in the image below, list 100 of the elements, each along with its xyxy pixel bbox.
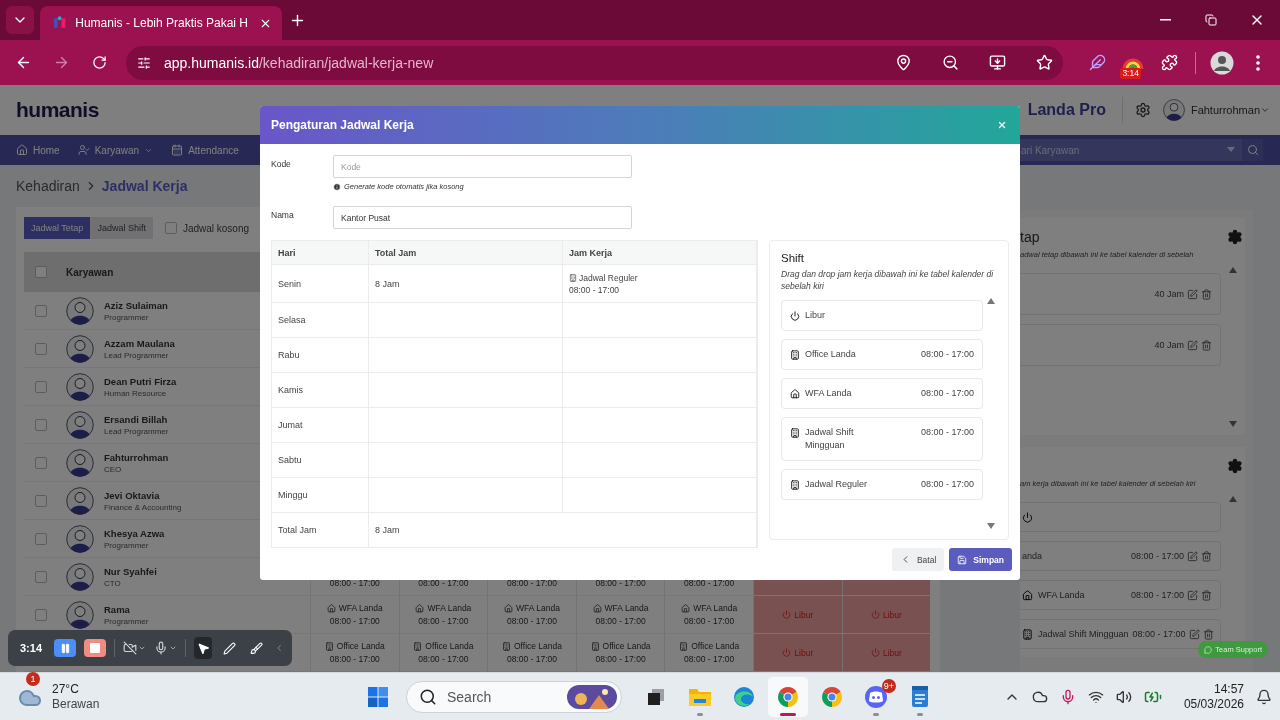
checkbox[interactable]: [35, 456, 47, 469]
shift-time: 08:00 - 17:00: [595, 578, 646, 588]
shift-item[interactable]: anda 08:00 - 17:00: [1020, 541, 1221, 571]
taskbar-app-button[interactable]: 9+: [856, 676, 896, 717]
edit-icon[interactable]: [1187, 339, 1198, 351]
shift-item[interactable]: Office Landa 08:00 - 17:00: [781, 339, 983, 370]
building-icon: [1022, 628, 1033, 640]
checkbox[interactable]: [164, 222, 177, 234]
checkbox[interactable]: [35, 304, 47, 317]
shift-time: 08:00 - 17:00: [418, 654, 469, 664]
scroll-up-icon[interactable]: [986, 298, 995, 304]
stop-button[interactable]: [84, 639, 107, 657]
shift-item[interactable]: 40 Jam: [1020, 324, 1221, 366]
scroll-down-icon[interactable]: [1229, 421, 1237, 427]
save-button[interactable]: Simpan: [949, 548, 1012, 571]
tab[interactable]: Jadwal Shift: [90, 217, 153, 239]
speaker-icon[interactable]: [1115, 688, 1132, 705]
trash-icon[interactable]: [1201, 589, 1212, 601]
checkbox[interactable]: [35, 380, 47, 393]
tab[interactable]: Jadwal Tetap: [24, 217, 91, 239]
settings-icon[interactable]: [1134, 102, 1151, 118]
house-icon: [790, 389, 800, 399]
settings-icon[interactable]: [1227, 229, 1243, 245]
trash-icon[interactable]: [1201, 550, 1212, 562]
checkbox[interactable]: [35, 532, 47, 545]
table-cell: Sabtu: [272, 443, 369, 478]
trash-icon[interactable]: [1202, 628, 1214, 640]
shift-name: Libur: [794, 609, 814, 620]
puzzle-icon: [1160, 54, 1178, 71]
nav-item[interactable]: Attendance: [171, 144, 239, 156]
edit-icon[interactable]: [1187, 550, 1198, 562]
settings-icon[interactable]: [1227, 458, 1243, 474]
windows-logo-icon: [367, 685, 389, 708]
shift-name: Jadwal Shift Mingguan: [805, 426, 855, 452]
column-header: Hari: [272, 241, 369, 265]
shift-time: 08:00 - 17:00: [920, 387, 974, 400]
caret-icon: [137, 644, 146, 652]
power-icon: [790, 311, 800, 321]
checkbox[interactable]: [35, 266, 47, 278]
shift-item[interactable]: Jadwal Reguler 08:00 - 17:00: [781, 469, 983, 500]
bookmark-star-icon[interactable]: [1036, 54, 1054, 71]
nav-item[interactable]: Karyawan: [77, 144, 154, 156]
checkbox-label: Jadwal kosong: [182, 222, 250, 234]
location-icon[interactable]: [895, 54, 913, 71]
user-name[interactable]: Fahturrohman: [1190, 104, 1260, 116]
employee-name: Fahturrohman: [104, 451, 169, 463]
browser-icon: [820, 684, 844, 709]
shift-item[interactable]: WFA Landa 08:00 - 17:00: [1020, 580, 1221, 610]
shift-name: WFA Landa: [427, 603, 472, 613]
extension-button[interactable]: 3:14: [1117, 46, 1149, 79]
search-highlight-icon: [567, 684, 617, 709]
input-field[interactable]: Kode: [333, 155, 632, 178]
breadcrumb-item[interactable]: Kehadiran: [16, 178, 80, 194]
scroll-down-icon[interactable]: [986, 523, 995, 529]
browser-tab[interactable]: Humanis - Lebih Praktis Pakai H: [40, 6, 282, 40]
trash-icon[interactable]: [1201, 339, 1212, 351]
trash-icon[interactable]: [1201, 288, 1212, 300]
edit-icon[interactable]: [1187, 288, 1198, 300]
chat-icon: [1204, 645, 1213, 654]
edit-icon[interactable]: [1187, 589, 1198, 601]
tab-list-button[interactable]: [6, 6, 34, 34]
table-cell: Jumat: [272, 408, 369, 443]
pause-button[interactable]: [54, 639, 77, 657]
camera-toggle[interactable]: [122, 641, 146, 655]
search-button[interactable]: [1242, 139, 1263, 161]
power-icon: [1022, 511, 1033, 523]
install-icon[interactable]: [989, 54, 1007, 71]
shift-item[interactable]: WFA Landa 08:00 - 17:00: [781, 378, 983, 409]
building-icon: [324, 641, 334, 651]
tool-button[interactable]: [193, 637, 213, 659]
shift-item[interactable]: 40 Jam: [1020, 273, 1221, 315]
notification-bell-icon[interactable]: [1256, 688, 1272, 705]
edit-icon[interactable]: [1188, 628, 1200, 640]
clock[interactable]: 14:57 05/03/2026: [1183, 681, 1244, 712]
checkbox[interactable]: [35, 570, 47, 583]
shift-time: 08:00 - 17:00: [595, 616, 646, 626]
checkbox[interactable]: [35, 608, 47, 621]
avatar: [66, 448, 94, 477]
checkbox[interactable]: [35, 494, 47, 507]
input-field[interactable]: Kantor Pusat: [333, 206, 632, 229]
shift-item[interactable]: Libur: [781, 300, 983, 331]
shift-name: WFA Landa: [1038, 590, 1085, 600]
employee-role: Human Resource: [104, 388, 168, 398]
scroll-up-icon[interactable]: [1229, 496, 1237, 502]
zoom-out-icon[interactable]: [942, 54, 960, 71]
sliders-icon: [137, 55, 151, 70]
cancel-button[interactable]: Batal: [891, 548, 945, 571]
taskbar-search[interactable]: Search: [406, 680, 622, 713]
shift-name: Libur: [794, 647, 814, 658]
nav-item[interactable]: Home: [16, 144, 60, 156]
column-header: Jam Kerja: [563, 241, 757, 265]
shift-item[interactable]: Jadwal Shift Mingguan 08:00 - 17:00: [781, 417, 983, 461]
checkbox[interactable]: [35, 342, 47, 355]
employee-role: Programmer: [104, 312, 150, 322]
caret-down-icon: [1227, 144, 1235, 154]
power-icon: [870, 610, 880, 619]
checkbox[interactable]: [35, 418, 47, 431]
address-bar[interactable]: app.humanis.id/kehadiran/jadwal-kerja-new: [126, 45, 1064, 80]
scroll-up-icon[interactable]: [1229, 267, 1237, 273]
microphone-toggle[interactable]: [153, 641, 177, 655]
